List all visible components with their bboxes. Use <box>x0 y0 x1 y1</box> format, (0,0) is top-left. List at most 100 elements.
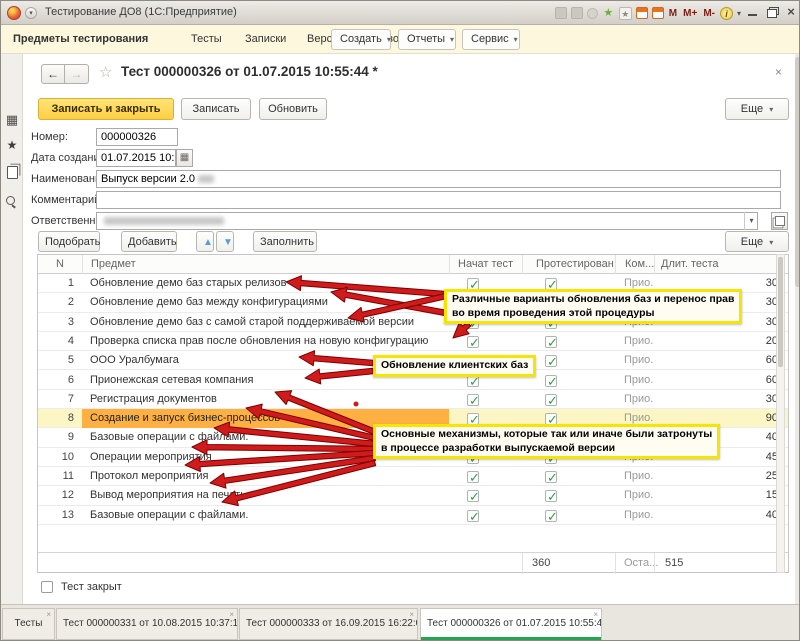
favorites-star-icon[interactable]: ★ <box>1 138 23 152</box>
subject-cell[interactable]: Протокол мероприятия <box>82 467 449 486</box>
reports-menu-button[interactable]: Отчеты▾ <box>398 29 456 50</box>
row-number-cell[interactable]: 3 <box>38 313 78 332</box>
row-number-cell[interactable]: 5 <box>38 351 78 370</box>
fill-button[interactable]: Заполнить <box>253 231 317 252</box>
calendar-period-icon[interactable] <box>652 7 664 19</box>
duration-cell[interactable]: 60 <box>654 371 788 390</box>
info-caret-icon[interactable]: ▾ <box>737 9 741 18</box>
create-date-field[interactable]: 01.07.2015 10:55:44 <box>96 149 176 167</box>
comment-cell[interactable]: Прио... <box>615 371 654 390</box>
number-field[interactable]: 000000326 <box>96 128 178 146</box>
subject-cell[interactable]: Проверка списка прав после обновления на… <box>82 332 449 351</box>
close-form-icon[interactable] <box>775 65 782 79</box>
zoom-out-button[interactable]: М- <box>702 8 716 19</box>
table-row[interactable]: 12Вывод мероприятия на печатьПрио...15 <box>38 486 788 505</box>
row-number-cell[interactable]: 13 <box>38 506 78 525</box>
started-cell[interactable] <box>449 332 522 351</box>
started-checkbox[interactable] <box>467 490 479 502</box>
tested-checkbox[interactable] <box>545 510 557 522</box>
subject-cell[interactable]: Регистрация документов <box>82 390 449 409</box>
table-row[interactable]: 11Протокол мероприятияПрио...25 <box>38 467 788 486</box>
tested-checkbox[interactable] <box>545 375 557 387</box>
minimize-button[interactable] <box>747 6 759 18</box>
tested-cell[interactable] <box>522 390 615 409</box>
subject-cell[interactable]: Обновление демо баз между конфигурациями <box>82 293 449 312</box>
move-down-button[interactable] <box>216 231 234 252</box>
responsible-field[interactable] <box>96 212 758 230</box>
comment-cell[interactable]: Прио... <box>615 390 654 409</box>
main-menu-grid-icon[interactable]: ▦ <box>1 112 23 128</box>
tab-close-icon[interactable]: × <box>46 610 51 619</box>
comment-cell[interactable]: Прио... <box>615 467 654 486</box>
move-up-button[interactable] <box>196 231 214 252</box>
service-menu-button[interactable]: Сервис▾ <box>462 29 520 50</box>
row-number-cell[interactable]: 11 <box>38 467 78 486</box>
refresh-button[interactable]: Обновить <box>259 98 327 120</box>
row-number-cell[interactable]: 9 <box>38 428 78 447</box>
started-cell[interactable] <box>449 390 522 409</box>
started-cell[interactable] <box>449 486 522 505</box>
more-button-top[interactable]: Еще▾ <box>725 98 789 120</box>
name-field[interactable]: Выпуск версии 2.0 <box>96 170 781 188</box>
table-row[interactable]: 4Проверка списка прав после обновления н… <box>38 332 788 351</box>
window-scrollbar-thumb[interactable] <box>795 57 800 287</box>
subject-cell[interactable]: Обновление демо баз старых релизов <box>82 274 449 293</box>
responsible-open-icon[interactable] <box>771 212 788 230</box>
tested-checkbox[interactable] <box>545 394 557 406</box>
history-icon[interactable] <box>1 166 23 184</box>
zoom-normal-button[interactable]: М <box>668 8 678 19</box>
row-number-cell[interactable]: 12 <box>38 486 78 505</box>
row-number-cell[interactable]: 6 <box>38 371 78 390</box>
started-cell[interactable] <box>449 467 522 486</box>
responsible-dropdown-icon[interactable]: ▾ <box>744 212 758 230</box>
favorite-star-icon[interactable] <box>99 63 112 81</box>
duration-cell[interactable]: 40 <box>654 506 788 525</box>
tested-checkbox[interactable] <box>545 355 557 367</box>
tested-checkbox[interactable] <box>545 490 557 502</box>
comment-field[interactable] <box>96 191 781 209</box>
app-icon[interactable] <box>7 6 21 20</box>
bottom-tab[interactable]: Тест 000000326 от 01.07.2015 10:55:44 *× <box>420 608 602 640</box>
tested-cell[interactable] <box>522 332 615 351</box>
tested-cell[interactable] <box>522 506 615 525</box>
section-tests[interactable]: Тесты <box>191 25 222 54</box>
table-row[interactable]: 13Базовые операции с файлами. Прио...40 <box>38 506 788 525</box>
comment-cell[interactable]: Прио... <box>615 351 654 370</box>
subject-cell[interactable]: Базовые операции с файлами. <box>82 506 449 525</box>
duration-cell[interactable]: 20 <box>654 332 788 351</box>
add-favorite-icon[interactable]: ★ <box>602 7 615 20</box>
bottom-tab[interactable]: Тест 000000331 от 10.08.2015 10:37:15 *× <box>56 608 238 640</box>
table-scrollbar[interactable] <box>776 254 785 573</box>
tested-cell[interactable] <box>522 467 615 486</box>
bottom-tab[interactable]: Тесты× <box>2 608 55 640</box>
row-number-cell[interactable]: 2 <box>38 293 78 312</box>
started-checkbox[interactable] <box>467 471 479 483</box>
more-button-grid[interactable]: Еще▾ <box>725 231 789 252</box>
tab-close-icon[interactable]: × <box>409 610 414 619</box>
restore-button[interactable] <box>766 6 778 18</box>
table-row[interactable]: 7Регистрация документов Прио...30 <box>38 390 788 409</box>
comment-cell[interactable]: Прио... <box>615 486 654 505</box>
tested-checkbox[interactable] <box>545 336 557 348</box>
row-number-cell[interactable]: 7 <box>38 390 78 409</box>
forward-button[interactable] <box>65 64 89 84</box>
test-closed-checkbox[interactable] <box>41 581 53 593</box>
calendar-icon[interactable] <box>636 7 648 19</box>
info-icon[interactable]: i <box>720 7 733 20</box>
comment-cell[interactable]: Прио... <box>615 506 654 525</box>
started-checkbox[interactable] <box>467 336 479 348</box>
comment-cell[interactable]: Прио... <box>615 332 654 351</box>
add-button[interactable]: Добавить <box>121 231 177 252</box>
subject-cell[interactable]: Обновление демо баз с самой старой подде… <box>82 313 449 332</box>
row-number-cell[interactable]: 10 <box>38 448 78 467</box>
favorites-icon[interactable]: ★ <box>619 7 632 20</box>
close-window-button[interactable]: × <box>785 6 797 18</box>
bottom-tab[interactable]: Тест 000000333 от 16.09.2015 16:22:02 *× <box>239 608 418 640</box>
duration-cell[interactable]: 15 <box>654 486 788 505</box>
started-checkbox[interactable] <box>467 394 479 406</box>
section-test-subjects[interactable]: Предметы тестирования <box>13 25 148 54</box>
save-button[interactable]: Записать <box>181 98 251 120</box>
duration-cell[interactable]: 30 <box>654 390 788 409</box>
print-icon[interactable] <box>571 7 583 19</box>
save-icon[interactable] <box>555 7 567 19</box>
